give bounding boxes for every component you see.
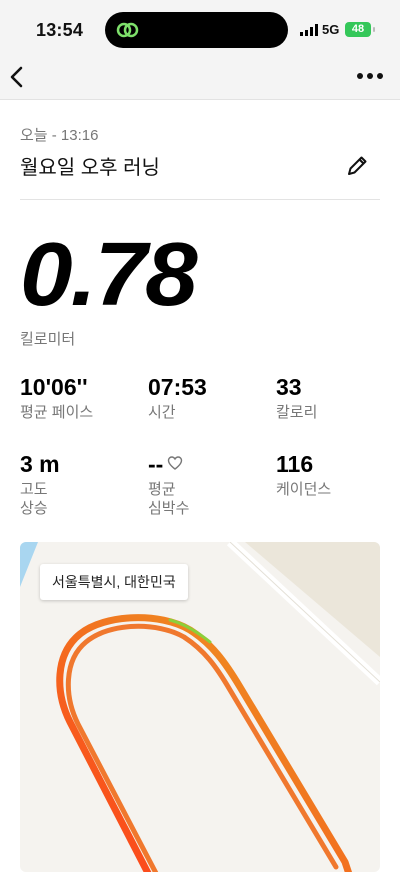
stat-value: 3 m (20, 451, 60, 477)
route-map[interactable]: 서울특별시, 대한민국 (20, 542, 380, 872)
battery-tip (373, 27, 375, 32)
dynamic-island (105, 12, 288, 48)
water-area (20, 542, 38, 587)
more-options-icon[interactable] (356, 68, 384, 84)
stat-value: 07:53 (148, 374, 207, 400)
stat-label: 케이던스 (276, 481, 332, 498)
edit-pencil-icon[interactable] (344, 153, 370, 179)
stat-cadence: 116 케이던스 (276, 451, 331, 499)
stat-value: 10'06'' (20, 374, 88, 400)
stat-value-row: -- (148, 451, 189, 478)
stat-avg-heart-rate: -- 평균 심박수 (148, 451, 189, 518)
map-location-label: 서울특별시, 대한민국 (40, 564, 188, 600)
stat-label: 평균 페이스 (20, 404, 94, 421)
stat-value: 33 (276, 374, 302, 400)
stat-label: 고도 상승 (20, 481, 48, 517)
activity-date: 오늘 - 13:16 (20, 127, 99, 144)
status-time: 13:54 (36, 20, 84, 40)
back-chevron-icon[interactable] (6, 64, 28, 90)
distance-value: 0.78 (20, 225, 198, 325)
stat-calories: 33 칼로리 (276, 374, 317, 422)
battery-icon: 48 (345, 22, 371, 37)
stat-label: 시간 (148, 404, 176, 421)
stat-value: 116 (276, 451, 314, 477)
distance-unit: 킬로미터 (20, 331, 76, 348)
activity-title: 월요일 오후 러닝 (20, 157, 160, 179)
route-path-lap (65, 623, 339, 872)
park-area (245, 542, 380, 657)
nav-bar (0, 60, 400, 100)
stat-label: 평균 심박수 (148, 481, 190, 517)
link-icon (116, 22, 139, 38)
stat-elevation-gain: 3 m 고도 상승 (20, 451, 60, 518)
stat-avg-pace: 10'06'' 평균 페이스 (20, 374, 93, 422)
status-bar: 13:54 5G 48 (0, 0, 400, 60)
network-type: 5G (322, 22, 340, 37)
signal-icon (300, 24, 318, 36)
stat-time: 07:53 시간 (148, 374, 207, 422)
stat-value: -- (148, 451, 164, 477)
header-divider (20, 199, 380, 200)
stat-label: 칼로리 (276, 404, 318, 421)
heart-icon (168, 456, 183, 470)
